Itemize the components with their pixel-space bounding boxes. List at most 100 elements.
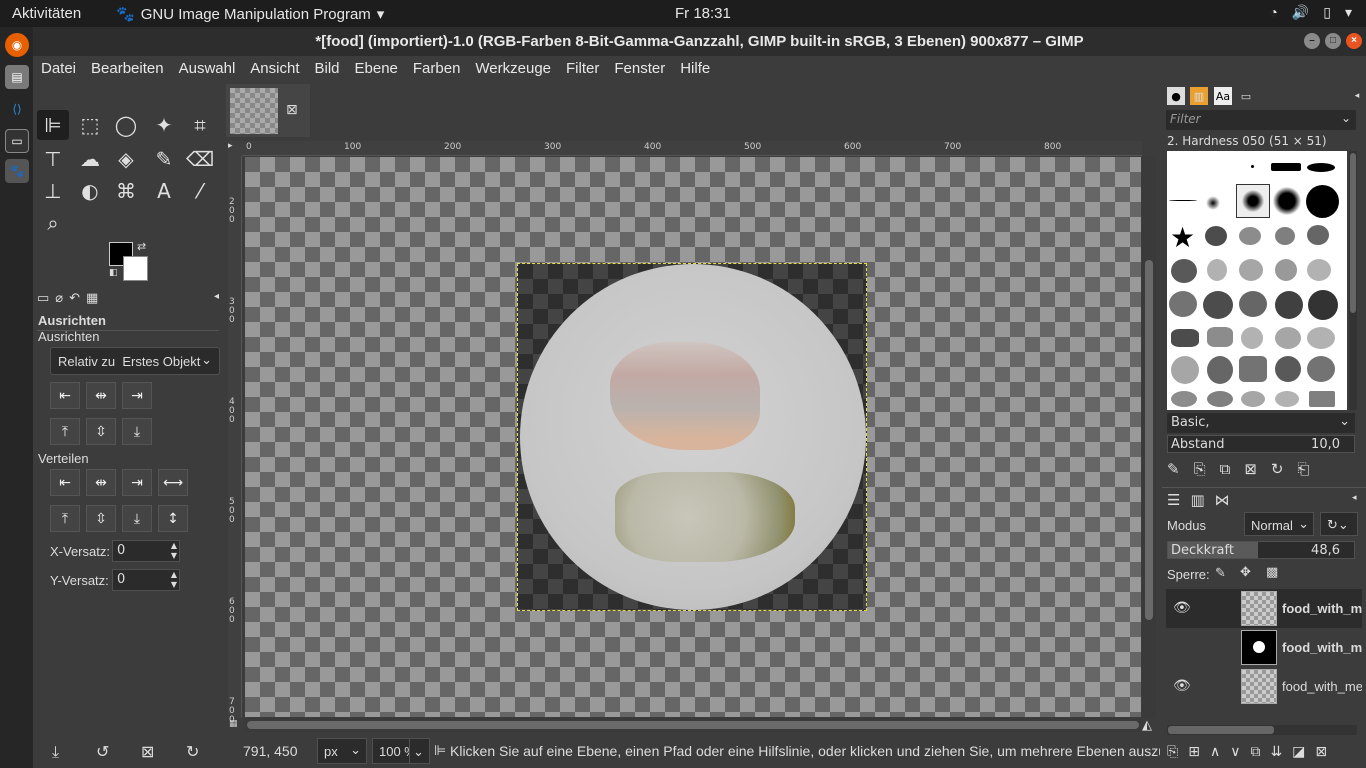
align-center-icon[interactable]: ⇹ <box>86 382 116 409</box>
align-tool-icon[interactable]: ⊫ <box>37 110 69 140</box>
brush-item[interactable] <box>1275 356 1301 382</box>
swap-colors-icon[interactable]: ⇄ <box>137 240 146 253</box>
crop-icon[interactable]: ⌗ <box>184 110 216 140</box>
horizontal-ruler[interactable]: 0 100 200 300 400 500 600 700 800 <box>242 141 1142 156</box>
brush-grid[interactable]: ★ <box>1167 151 1347 410</box>
brush-item[interactable] <box>1206 196 1220 210</box>
brush-item[interactable] <box>1207 259 1227 281</box>
menu-ebene[interactable]: Ebene <box>347 56 405 82</box>
menu-filter[interactable]: Filter <box>558 56 606 82</box>
lower-layer-icon[interactable]: ∨ <box>1230 744 1240 760</box>
files-icon[interactable]: ▤ <box>5 65 29 89</box>
app-menu[interactable]: 🐾 GNU Image Manipulation Program ▾ <box>116 5 384 24</box>
star-brush-icon[interactable]: ★ <box>1170 221 1195 254</box>
brush-item[interactable] <box>1275 227 1295 245</box>
lock-alpha-icon[interactable]: ▩ <box>1266 565 1278 580</box>
default-colors-icon[interactable]: ◧ <box>109 268 118 278</box>
transform-icon[interactable]: ⊤ <box>37 144 69 174</box>
edit-brush-icon[interactable]: ✎ <box>1167 460 1180 478</box>
brush-item[interactable] <box>1171 259 1197 283</box>
align-middle-icon[interactable]: ⇳ <box>86 418 116 445</box>
warp-icon[interactable]: ☁ <box>74 144 106 174</box>
brush-item[interactable] <box>1207 356 1233 384</box>
add-mask-icon[interactable]: ◪ <box>1292 744 1305 760</box>
brush-item[interactable] <box>1203 291 1233 319</box>
distribute-middle-icon[interactable]: ⇳ <box>86 505 116 532</box>
brush-scrollbar[interactable] <box>1349 151 1357 410</box>
menu-fenster[interactable]: Fenster <box>606 56 672 82</box>
images-tab-icon[interactable]: ▦ <box>86 291 98 311</box>
device-status-tab-icon[interactable]: ⌀ <box>55 291 63 311</box>
configure-tab-icon[interactable]: ◂ <box>1352 493 1357 503</box>
brushes-tab-icon[interactable]: ● <box>1167 87 1185 105</box>
quick-mask-toggle[interactable]: ▸ <box>228 141 242 156</box>
lock-position-icon[interactable]: ✥ <box>1240 565 1251 580</box>
fuzzy-select-icon[interactable]: ✦ <box>148 110 180 140</box>
background-color[interactable] <box>123 256 148 281</box>
image-canvas[interactable] <box>245 157 1141 717</box>
brush-item[interactable] <box>1171 391 1197 407</box>
layer-boundary[interactable] <box>517 263 867 611</box>
color-picker-icon[interactable]: ⁄ <box>184 176 216 206</box>
clone-icon[interactable]: ⊥ <box>37 176 69 206</box>
refresh-brushes-icon[interactable]: ↻ <box>1271 460 1284 478</box>
image-tab[interactable]: ⊠ <box>226 84 310 137</box>
undo-history-tab-icon[interactable]: ↶ <box>69 291 80 311</box>
clock[interactable]: Fr 18:31 <box>675 5 731 22</box>
layer-row[interactable]: 👁 food_with_me <box>1166 667 1362 706</box>
open-as-image-icon[interactable]: ⎗ <box>1297 460 1309 478</box>
align-top-icon[interactable]: ⤒ <box>50 418 80 445</box>
eye-icon[interactable]: 👁 <box>1173 677 1191 694</box>
navigate-icon[interactable]: ◭ <box>1142 718 1158 734</box>
close-icon[interactable]: × <box>1346 33 1362 49</box>
relative-to-combo[interactable]: Relativ zu Erstes Objekt ⌄ <box>50 347 220 375</box>
distribute-bottom-icon[interactable]: ⤓ <box>122 505 152 532</box>
menu-hilfe[interactable]: Hilfe <box>672 56 717 82</box>
vscode-icon[interactable]: ⟨⟩ <box>5 97 29 121</box>
layer-row[interactable]: 👁 food_with_me <box>1166 589 1362 628</box>
align-left-icon[interactable]: ⇤ <box>50 382 80 409</box>
layer-mode-combo[interactable]: Normal ⌄ <box>1244 512 1314 536</box>
scroll-thumb[interactable] <box>1145 260 1153 620</box>
unit-combo[interactable]: px ⌄ <box>317 738 367 764</box>
selected-brush[interactable] <box>1236 184 1270 218</box>
brush-item[interactable] <box>1307 356 1335 382</box>
distribute-top-icon[interactable]: ⤒ <box>50 505 80 532</box>
brush-item[interactable] <box>1307 259 1331 281</box>
firefox-icon[interactable]: ◉ <box>5 33 29 57</box>
terminal-icon[interactable]: ▭ <box>5 129 29 153</box>
brush-preset-combo[interactable]: Basic, ⌄ <box>1167 413 1355 433</box>
spacing-slider[interactable]: Abstand 10,0 <box>1167 435 1355 453</box>
brush-item[interactable] <box>1239 291 1267 317</box>
menu-bearbeiten[interactable]: Bearbeiten <box>83 56 171 82</box>
tool-options-tab-icon[interactable]: ▭ <box>37 291 49 311</box>
menu-ansicht[interactable]: Ansicht <box>242 56 306 82</box>
eye-icon[interactable]: 👁 <box>1173 599 1191 616</box>
channels-tab-icon[interactable]: ▥ <box>1190 491 1204 509</box>
configure-tab-icon[interactable]: ◂ <box>1348 87 1366 105</box>
menu-farben[interactable]: Farben <box>405 56 468 82</box>
zoom-dropdown[interactable]: ⌄ <box>409 738 430 764</box>
spinner-arrows-icon[interactable]: ▲ ▼ <box>171 570 177 590</box>
layers-hscrollbar[interactable] <box>1167 725 1357 735</box>
menu-werkzeuge[interactable]: Werkzeuge <box>467 56 558 82</box>
brush-item[interactable] <box>1251 165 1254 168</box>
scroll-thumb[interactable] <box>1168 726 1274 734</box>
brush-item[interactable] <box>1273 187 1301 215</box>
brush-item[interactable] <box>1271 163 1301 171</box>
brush-item[interactable] <box>1207 327 1233 347</box>
x-offset-input[interactable]: 0 ▲ ▼ <box>112 540 180 562</box>
delete-brush-icon[interactable]: ⊠ <box>1244 460 1257 478</box>
brush-filter-input[interactable]: Filter ⌄ <box>1166 110 1356 130</box>
distribute-center-icon[interactable]: ⇹ <box>86 469 116 496</box>
distribute-vertical-icon[interactable]: ↕ <box>158 505 188 532</box>
lock-pixels-icon[interactable]: ✎ <box>1215 566 1226 581</box>
maximize-icon[interactable]: □ <box>1325 33 1341 49</box>
minimize-icon[interactable]: – <box>1304 33 1320 49</box>
restore-options-icon[interactable]: ↺ <box>96 742 109 761</box>
paths-icon[interactable]: ⌘ <box>110 176 142 206</box>
system-tray[interactable]: ◔ 🔊 ▯ ▾ <box>1269 4 1352 21</box>
brush-item[interactable] <box>1169 200 1197 201</box>
horizontal-scrollbar[interactable] <box>245 718 1141 732</box>
zoom-icon[interactable]: ⌕ <box>37 208 69 238</box>
